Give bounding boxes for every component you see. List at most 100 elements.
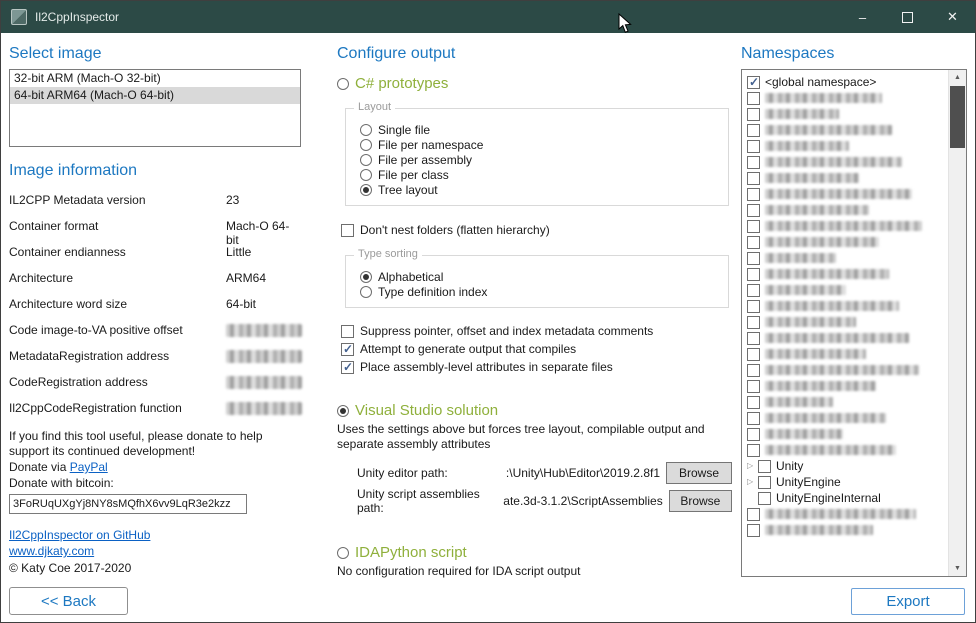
checkbox-icon	[341, 361, 354, 374]
radio-option[interactable]: Single file	[360, 122, 720, 137]
radio-option[interactable]: Tree layout	[360, 182, 720, 197]
namespace-row[interactable]	[742, 186, 949, 202]
namespace-row[interactable]	[742, 106, 949, 122]
namespace-row[interactable]	[742, 410, 949, 426]
namespace-row[interactable]	[742, 298, 949, 314]
namespace-row[interactable]	[742, 330, 949, 346]
scroll-down-icon[interactable]: ▼	[949, 561, 966, 576]
expander-icon[interactable]: ▷	[747, 474, 758, 490]
list-item[interactable]: 32-bit ARM (Mach-O 32-bit)	[10, 70, 300, 87]
unity-editor-path-value[interactable]: :\Unity\Hub\Editor\2019.2.8f1	[506, 466, 660, 480]
namespace-checkbox[interactable]	[747, 364, 760, 377]
github-link[interactable]: Il2CppInspector on GitHub	[9, 528, 150, 542]
namespace-checkbox[interactable]	[747, 188, 760, 201]
namespace-checkbox[interactable]	[747, 444, 760, 457]
info-label: IL2CPP Metadata version	[9, 193, 146, 207]
namespace-row[interactable]	[742, 122, 949, 138]
namespace-checkbox[interactable]	[747, 508, 760, 521]
namespace-row[interactable]	[742, 266, 949, 282]
namespace-row[interactable]: ▷Unity	[742, 458, 949, 474]
namespace-checkbox[interactable]	[747, 396, 760, 409]
export-button[interactable]: Export	[851, 588, 965, 615]
namespace-row[interactable]	[742, 442, 949, 458]
radio-option[interactable]: File per class	[360, 167, 720, 182]
back-button[interactable]: << Back	[9, 587, 128, 615]
scroll-up-icon[interactable]: ▲	[949, 70, 966, 85]
namespace-checkbox[interactable]	[747, 268, 760, 281]
minimize-button[interactable]: –	[840, 1, 885, 33]
namespace-checkbox[interactable]	[747, 220, 760, 233]
namespace-row[interactable]: ▷UnityEngine	[742, 474, 949, 490]
namespace-row[interactable]	[742, 394, 949, 410]
namespace-checkbox[interactable]	[747, 332, 760, 345]
namespace-row[interactable]	[742, 202, 949, 218]
namespace-checkbox[interactable]	[747, 92, 760, 105]
close-button[interactable]: ✕	[930, 1, 975, 33]
checkbox-option[interactable]: Place assembly-level attributes in separ…	[341, 358, 732, 376]
unity-script-path-value[interactable]: ate.3d-3.1.2\ScriptAssemblies	[503, 494, 662, 508]
namespace-row[interactable]	[742, 378, 949, 394]
radio-option[interactable]: File per assembly	[360, 152, 720, 167]
checkbox-option[interactable]: Suppress pointer, offset and index metad…	[341, 322, 732, 340]
namespace-row[interactable]	[742, 250, 949, 266]
radio-label: Alphabetical	[378, 270, 443, 284]
groupbox-label: Layout	[354, 101, 395, 113]
namespace-row[interactable]	[742, 506, 949, 522]
namespace-row[interactable]: UnityEngineInternal	[742, 490, 949, 506]
namespace-row[interactable]	[742, 426, 949, 442]
namespace-checkbox[interactable]	[747, 428, 760, 441]
namespace-row[interactable]	[742, 154, 949, 170]
browse-editor-path-button[interactable]: Browse	[666, 462, 732, 484]
radio-csharp-prototypes[interactable]: C# prototypes	[337, 75, 732, 92]
namespace-checkbox[interactable]	[758, 492, 771, 505]
namespace-checkbox[interactable]	[758, 476, 771, 489]
namespace-checkbox[interactable]	[747, 236, 760, 249]
namespace-checkbox[interactable]	[747, 284, 760, 297]
namespace-checkbox[interactable]	[747, 76, 760, 89]
namespace-checkbox[interactable]	[747, 124, 760, 137]
namespace-scrollbar[interactable]: ▲ ▼	[948, 70, 966, 576]
namespace-checkbox[interactable]	[747, 172, 760, 185]
namespace-checkbox[interactable]	[747, 524, 760, 537]
namespace-row[interactable]	[742, 346, 949, 362]
radio-option[interactable]: File per namespace	[360, 137, 720, 152]
scrollbar-thumb[interactable]	[950, 86, 965, 148]
namespace-checkbox[interactable]	[747, 108, 760, 121]
namespace-row[interactable]	[742, 138, 949, 154]
paypal-link[interactable]: PayPal	[70, 460, 108, 474]
namespace-row[interactable]: <global namespace>	[742, 74, 949, 90]
namespace-checkbox[interactable]	[747, 316, 760, 329]
namespace-row[interactable]	[742, 314, 949, 330]
namespace-checkbox[interactable]	[747, 348, 760, 361]
namespace-checkbox[interactable]	[758, 460, 771, 473]
namespace-checkbox[interactable]	[747, 204, 760, 217]
namespace-checkbox[interactable]	[747, 300, 760, 313]
namespace-row[interactable]	[742, 170, 949, 186]
namespace-checkbox[interactable]	[747, 252, 760, 265]
list-item[interactable]: 64-bit ARM64 (Mach-O 64-bit)	[10, 87, 300, 104]
namespace-checkbox[interactable]	[747, 380, 760, 393]
browse-script-path-button[interactable]: Browse	[669, 490, 732, 512]
namespace-row[interactable]	[742, 234, 949, 250]
namespace-row[interactable]	[742, 282, 949, 298]
redacted-namespace	[765, 365, 919, 375]
redacted-value	[226, 324, 302, 337]
namespace-checkbox[interactable]	[747, 140, 760, 153]
namespace-row[interactable]	[742, 90, 949, 106]
bitcoin-address-input[interactable]	[9, 494, 247, 514]
namespace-checkbox[interactable]	[747, 412, 760, 425]
namespace-row[interactable]	[742, 218, 949, 234]
namespace-row[interactable]	[742, 522, 949, 538]
website-link[interactable]: www.djkaty.com	[9, 544, 94, 558]
checkbox-option[interactable]: Attempt to generate output that compiles	[341, 340, 732, 358]
radio-option[interactable]: Alphabetical	[360, 269, 720, 284]
namespace-checkbox[interactable]	[747, 156, 760, 169]
radio-option[interactable]: Type definition index	[360, 284, 720, 299]
namespace-row[interactable]	[742, 362, 949, 378]
radio-idapython-script[interactable]: IDAPython script	[337, 544, 732, 561]
expander-icon[interactable]: ▷	[747, 458, 758, 474]
radio-visual-studio-solution[interactable]: Visual Studio solution	[337, 402, 732, 419]
checkbox-flatten-hierarchy[interactable]: Don't nest folders (flatten hierarchy)	[341, 221, 732, 239]
maximize-button[interactable]	[885, 1, 930, 33]
radio-icon	[360, 169, 372, 181]
